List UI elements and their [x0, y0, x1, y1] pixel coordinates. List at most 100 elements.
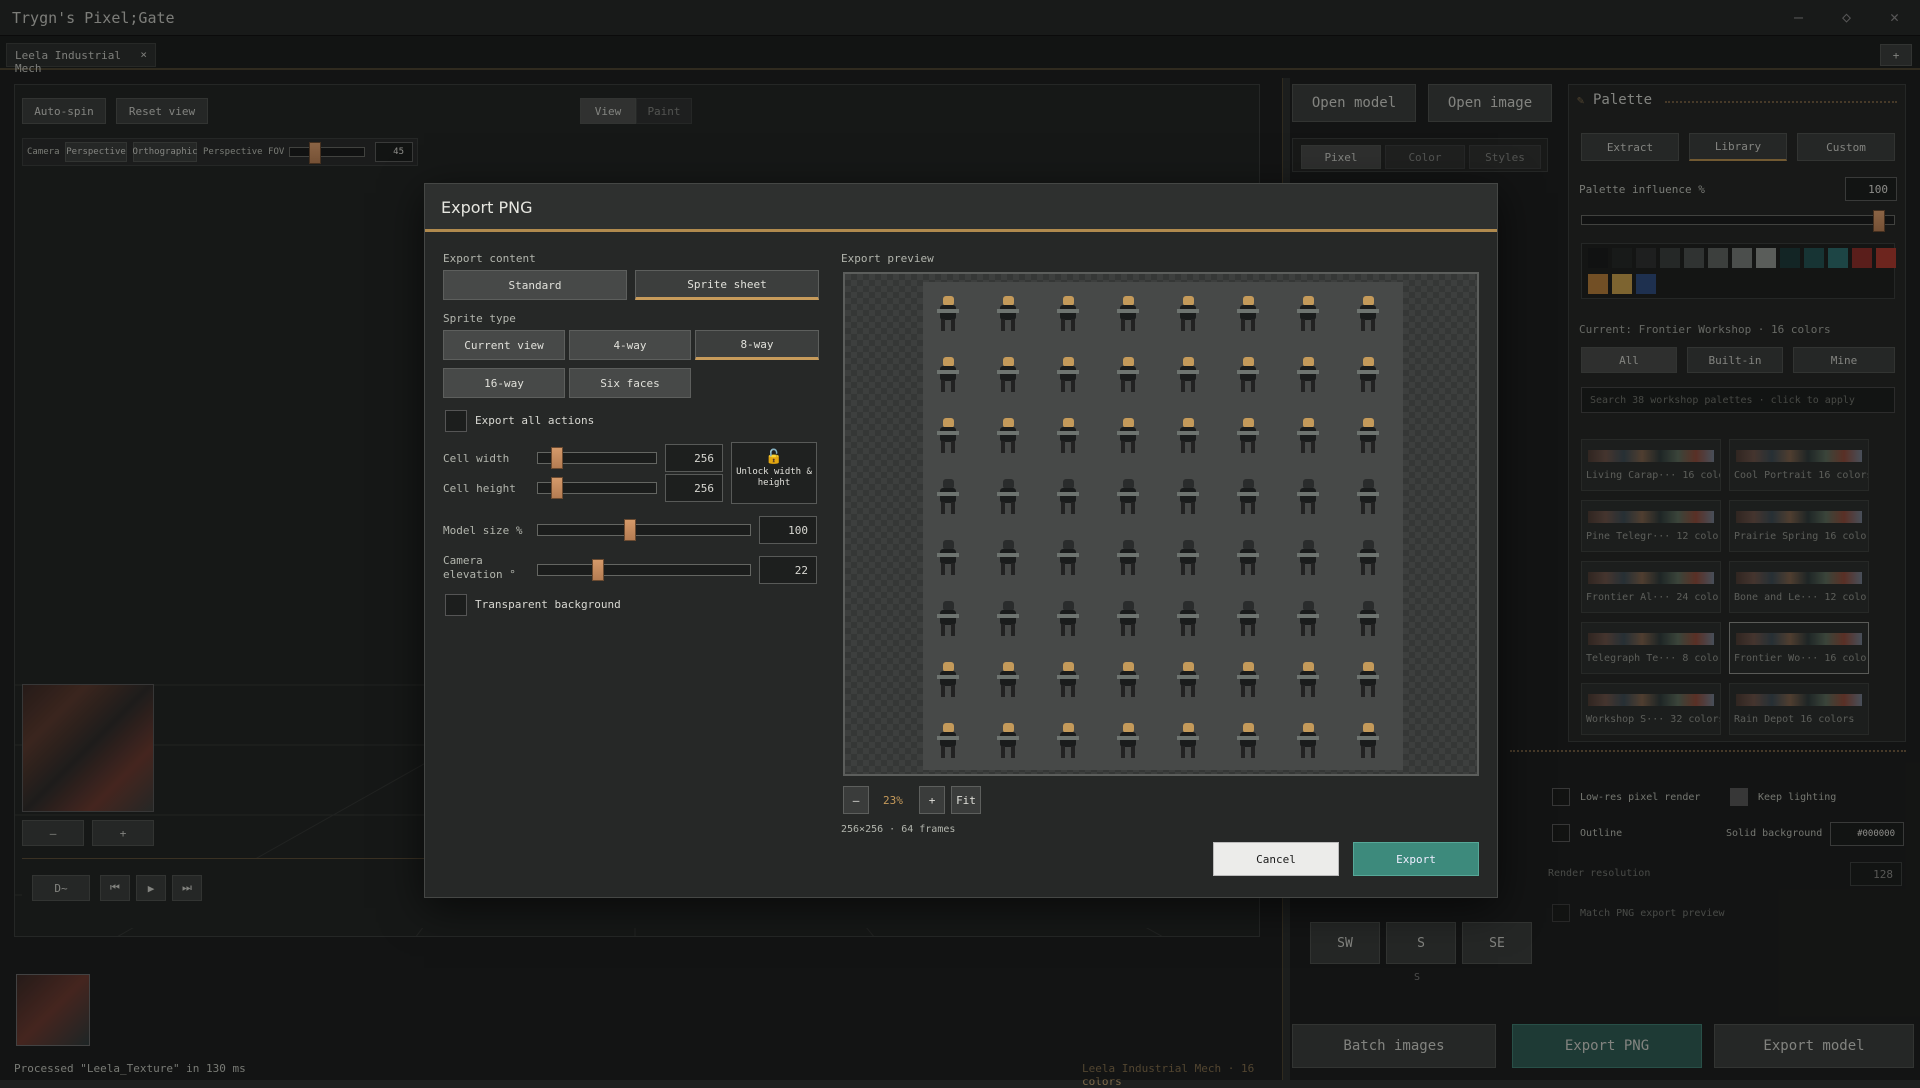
sprite-frame — [1235, 599, 1261, 639]
sprite-frame — [1235, 294, 1261, 334]
dialog-header: Export PNG — [425, 184, 1497, 232]
cell-height-thumb[interactable] — [551, 477, 563, 499]
model-size-thumb[interactable] — [624, 519, 636, 541]
model-size-value[interactable]: 100 — [759, 516, 817, 544]
preview-fit-button[interactable]: Fit — [951, 786, 981, 814]
sprite-part — [1181, 746, 1195, 758]
lock-icon: 🔓 — [765, 449, 783, 465]
sprite-frame — [995, 355, 1021, 395]
sprite-part — [1301, 563, 1315, 575]
camera-elevation-thumb[interactable] — [592, 559, 604, 581]
sprite-part — [1357, 370, 1379, 374]
sprite-frame — [1055, 294, 1081, 334]
sprite-part — [1057, 553, 1079, 557]
sprite-sheet-button[interactable]: Sprite sheet — [635, 270, 819, 300]
type-six-faces-button[interactable]: Six faces — [569, 368, 691, 398]
sprite-part — [937, 370, 959, 374]
sprite-part — [1241, 319, 1255, 331]
sprite-part — [1297, 553, 1319, 557]
sprite-frame — [1055, 538, 1081, 578]
sprite-part — [1001, 502, 1015, 514]
sprite-part — [1061, 319, 1075, 331]
sprite-frame — [1235, 660, 1261, 700]
export-all-actions-checkbox[interactable] — [445, 410, 467, 432]
sprite-frame — [1115, 355, 1141, 395]
export-button[interactable]: Export — [1353, 842, 1479, 876]
sprite-frame — [1115, 538, 1141, 578]
sprite-frame — [1235, 477, 1261, 517]
sprite-part — [1361, 746, 1375, 758]
sprite-part — [1357, 553, 1379, 557]
sprite-part — [1301, 441, 1315, 453]
sprite-part — [1057, 431, 1079, 435]
unlock-dimensions-button[interactable]: 🔓 Unlock width & height — [731, 442, 817, 504]
sprite-part — [1361, 319, 1375, 331]
sprite-part — [1181, 685, 1195, 697]
sprite-part — [1121, 746, 1135, 758]
sprite-part — [1237, 492, 1259, 496]
type-16-way-button[interactable]: 16-way — [443, 368, 565, 398]
sprite-part — [1121, 380, 1135, 392]
preview-zoom-out-button[interactable]: – — [843, 786, 869, 814]
sprite-frame — [1175, 538, 1201, 578]
sprite-part — [1061, 441, 1075, 453]
sprite-part — [1297, 431, 1319, 435]
preview-zoom-in-button[interactable]: + — [919, 786, 945, 814]
sprite-part — [1121, 563, 1135, 575]
sprite-part — [1301, 685, 1315, 697]
sprite-part — [1177, 614, 1199, 618]
sprite-part — [1241, 502, 1255, 514]
standard-button[interactable]: Standard — [443, 270, 627, 300]
sprite-frame — [995, 477, 1021, 517]
sprite-frame — [1175, 294, 1201, 334]
cancel-button[interactable]: Cancel — [1213, 842, 1339, 876]
sprite-part — [937, 553, 959, 557]
sprite-frame — [995, 660, 1021, 700]
sprite-part — [1181, 624, 1195, 636]
sprite-frame — [1355, 355, 1381, 395]
sprite-part — [1297, 309, 1319, 313]
sprite-frame — [1295, 477, 1321, 517]
sprite-part — [937, 431, 959, 435]
sprite-part — [1237, 309, 1259, 313]
camera-elevation-slider[interactable] — [537, 559, 751, 581]
cell-height-value[interactable]: 256 — [665, 474, 723, 502]
sprite-frame — [1055, 599, 1081, 639]
export-preview[interactable] — [843, 272, 1479, 776]
sprite-part — [1361, 441, 1375, 453]
cell-width-value[interactable]: 256 — [665, 444, 723, 472]
cell-height-slider[interactable] — [537, 477, 657, 499]
sprite-part — [1177, 675, 1199, 679]
sprite-part — [1297, 492, 1319, 496]
model-size-slider[interactable] — [537, 519, 751, 541]
sprite-part — [997, 370, 1019, 374]
sprite-part — [997, 309, 1019, 313]
sprite-frame — [1235, 416, 1261, 456]
sprite-frame — [1355, 721, 1381, 761]
sprite-frame — [1235, 721, 1261, 761]
sprite-part — [1117, 736, 1139, 740]
transparent-bg-checkbox[interactable] — [445, 594, 467, 616]
type-current-view-button[interactable]: Current view — [443, 330, 565, 360]
sprite-frame — [935, 538, 961, 578]
sprite-frame — [1115, 477, 1141, 517]
export-preview-label: Export preview — [841, 252, 934, 265]
sprite-part — [1121, 441, 1135, 453]
type-8-way-button[interactable]: 8-way — [695, 330, 819, 360]
sprite-frame — [1295, 416, 1321, 456]
sprite-frame — [995, 538, 1021, 578]
camera-elevation-value[interactable]: 22 — [759, 556, 817, 584]
cell-width-slider[interactable] — [537, 447, 657, 469]
sprite-part — [1361, 624, 1375, 636]
type-4-way-button[interactable]: 4-way — [569, 330, 691, 360]
sprite-part — [941, 502, 955, 514]
sprite-part — [937, 492, 959, 496]
sprite-part — [1241, 746, 1255, 758]
sprite-part — [1181, 319, 1195, 331]
sprite-part — [1177, 309, 1199, 313]
cell-width-label: Cell width — [443, 452, 510, 465]
sprite-part — [1117, 309, 1139, 313]
sprite-part — [1297, 614, 1319, 618]
sprite-part — [1237, 736, 1259, 740]
cell-width-thumb[interactable] — [551, 447, 563, 469]
